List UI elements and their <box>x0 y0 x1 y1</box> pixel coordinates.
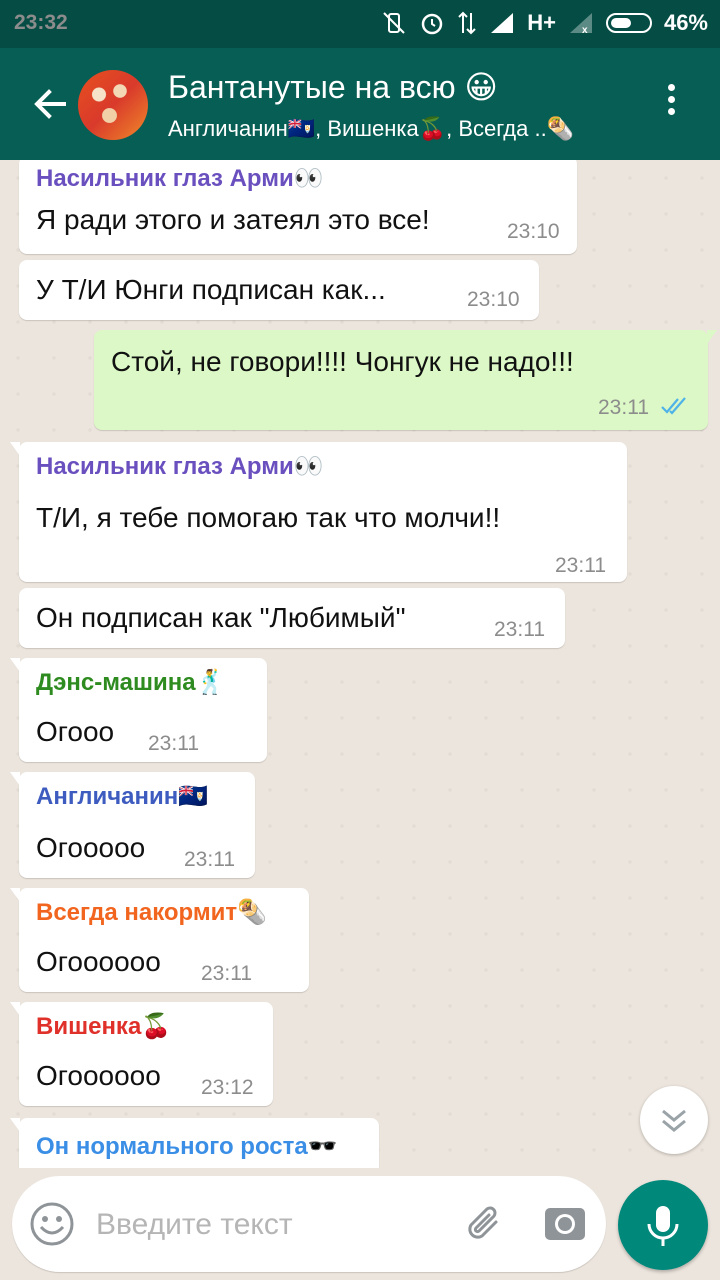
message-bubble[interactable]: Он подписан как "Любимый" 23:11 <box>19 588 565 648</box>
more-vert-icon[interactable] <box>664 84 678 124</box>
microphone-button[interactable] <box>618 1180 708 1270</box>
camera-icon[interactable] <box>542 1200 588 1246</box>
message-time: 23:11 <box>555 554 606 577</box>
message-sender: Англичанин🇦🇮 <box>36 783 209 810</box>
message-bubble[interactable]: Он нормального роста🕶️ <box>10 1118 379 1168</box>
message-text: Огоооооо <box>36 946 161 977</box>
network-type: H+ <box>527 10 556 35</box>
group-members[interactable]: Англичанин🇦🇮, Вишенка🍒, Всегда ..🌯 <box>168 116 628 142</box>
microphone-icon <box>647 1206 679 1246</box>
message-time: 23:10 <box>467 288 520 311</box>
message-bubble[interactable]: Насильник глаз Арми👀 Т/И, я тебе помогаю… <box>10 442 627 582</box>
message-time: 23:12 <box>201 1076 254 1099</box>
message-sender: Насильник глаз Арми👀 <box>36 165 324 192</box>
message-input[interactable]: Введите текст <box>12 1176 606 1272</box>
status-bar: 23:32 H+ x 46% <box>0 0 720 48</box>
message-text: У Т/И Юнги подписан как... <box>36 274 386 305</box>
svg-text:x: x <box>582 25 588 35</box>
chat-header: Бантанутые на всю 😀 Англичанин🇦🇮, Вишенк… <box>0 48 720 160</box>
chevron-down-double-icon <box>662 1109 686 1132</box>
message-list[interactable]: Насильник глаз Арми👀 Я ради этого и зате… <box>0 160 720 1168</box>
double-check-icon <box>661 397 686 415</box>
message-bubble-outgoing[interactable]: Стой, не говори!!!! Чонгук не надо!!! 23… <box>94 330 717 430</box>
battery-percent: 46% <box>663 10 708 35</box>
alarm-icon <box>421 13 443 35</box>
message-input-placeholder: Введите текст <box>96 1208 293 1241</box>
arrow-left-icon[interactable] <box>30 84 70 124</box>
message-bubble[interactable]: Англичанин🇦🇮 Огооооо 23:11 <box>10 772 255 878</box>
message-bubble[interactable]: Всегда накормит🌯 Огоооооо 23:11 <box>10 888 309 992</box>
message-text: Огоооооо <box>36 1060 161 1091</box>
message-sender: Он нормального роста🕶️ <box>36 1133 338 1160</box>
message-time: 23:11 <box>184 848 235 871</box>
message-sender: Вишенка🍒 <box>36 1013 172 1040</box>
data-arrows-icon <box>458 11 476 35</box>
message-sender: Всегда накормит🌯 <box>36 899 268 926</box>
message-sender: Насильник глаз Арми👀 <box>36 453 324 480</box>
message-time: 23:10 <box>507 220 560 243</box>
message-bubble[interactable]: Вишенка🍒 Огоооооо 23:12 <box>10 1002 273 1106</box>
message-text: Огооооо <box>36 832 146 863</box>
signal-empty-icon: x <box>569 13 592 35</box>
vibrate-off-icon <box>383 12 405 34</box>
group-avatar[interactable] <box>78 70 148 140</box>
scroll-to-bottom-button[interactable] <box>640 1086 708 1154</box>
paperclip-icon[interactable] <box>462 1200 508 1246</box>
status-icons: H+ x 46% <box>381 10 708 36</box>
message-time: 23:11 <box>148 732 199 755</box>
message-time: 23:11 <box>201 962 252 985</box>
message-bubble[interactable]: Дэнс-машина🕺 Огооо 23:11 <box>10 658 267 762</box>
message-text: Т/И, я тебе помогаю так что молчи!! <box>36 502 501 533</box>
compose-bar: Введите текст <box>0 1168 720 1280</box>
message-text: Он подписан как "Любимый" <box>36 602 406 633</box>
group-title[interactable]: Бантанутые на всю 😀 <box>168 68 498 106</box>
message-sender: Дэнс-машина🕺 <box>36 669 226 696</box>
battery-icon <box>605 13 652 33</box>
message-time: 23:11 <box>598 396 649 419</box>
message-time: 23:11 <box>494 618 545 641</box>
message-text: Я ради этого и затеял это все! <box>36 204 430 235</box>
message-bubble[interactable]: Насильник глаз Арми👀 Я ради этого и зате… <box>19 160 577 254</box>
message-text: Огооо <box>36 716 115 747</box>
message-text: Стой, не говори!!!! Чонгук не надо!!! <box>111 346 574 377</box>
status-time: 23:32 <box>14 11 68 34</box>
emoji-icon[interactable] <box>28 1200 76 1248</box>
message-bubble[interactable]: У Т/И Юнги подписан как... 23:10 <box>19 260 539 320</box>
signal-icon <box>491 13 514 33</box>
